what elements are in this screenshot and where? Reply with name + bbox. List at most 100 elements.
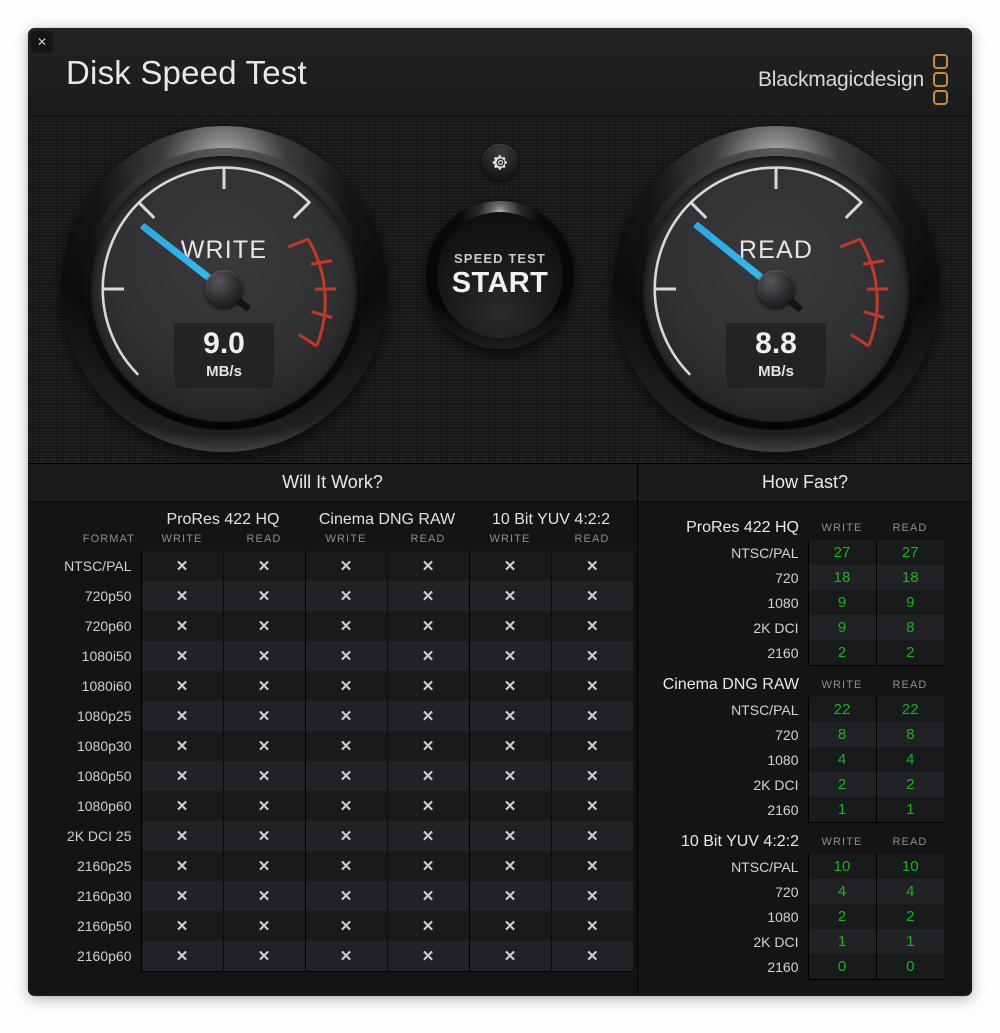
row-format-label: 2160p50 [76,918,132,934]
support-mark-cell: ✕ [140,761,223,791]
support-mark-cell: ✕ [386,791,469,821]
speed-test-start-button[interactable]: SPEED TEST START [426,201,574,349]
gauge-face: WRITE 9.0 MB/s [91,156,357,422]
table-row: 2160p60 ✕ ✕ ✕ ✕ ✕ ✕ [28,941,648,972]
results-area: Will It Work? ProRes 422 HQ Cinema DNG R… [28,464,972,995]
how-fast-panel: How Fast? ProRes 422 HQ WRITE READ NTSC/PAL… [638,464,972,995]
row-format-label: 1080p25 [76,708,132,724]
read-fps-value: 4 [875,879,944,904]
row-resolution-label: 2K DCI [753,933,799,950]
subheader-write: WRITE [489,533,531,545]
support-mark-cell: ✕ [222,731,305,761]
table-row: 2160 0 0 [648,954,944,980]
row-resolution-label: 720 [775,569,799,586]
row-format-label: 1080i60 [81,678,132,694]
row-resolution-label: 1080 [767,908,799,925]
support-mark-cell: ✕ [550,701,633,731]
support-mark-cell: ✕ [386,911,469,941]
close-icon[interactable]: ✕ [31,31,53,53]
support-mark-cell: ✕ [222,671,305,701]
support-mark-cell: ✕ [386,611,469,641]
subheader-write: WRITE [821,679,863,692]
table-row: 1080i50 ✕ ✕ ✕ ✕ ✕ ✕ [28,641,648,671]
row-resolution-label: 2160 [767,958,799,975]
support-mark-cell: ✕ [140,821,223,851]
support-mark-cell: ✕ [222,641,305,671]
how-fast-group-header: Cinema DNG RAW WRITE READ [648,665,944,697]
support-mark-cell: ✕ [304,611,387,641]
brand-logo-group: Blackmagicdesign [758,54,948,105]
support-mark-cell: ✕ [386,761,469,791]
support-mark-cell: ✕ [468,941,551,972]
support-mark-cell: ✕ [550,671,633,701]
support-mark-cell: ✕ [222,851,305,881]
write-fps-value: 8 [807,722,876,747]
row-resolution-label: 1080 [767,751,799,768]
start-button-sublabel: SPEED TEST [454,250,546,266]
support-mark-cell: ✕ [140,551,223,581]
support-mark-cell: ✕ [468,581,551,611]
gauges-panel: WRITE 9.0 MB/s SPEED TEST START READ 8.8… [28,117,972,464]
write-fps-value: 4 [807,747,876,772]
write-needle-hub [205,270,243,308]
table-row: 720p60 ✕ ✕ ✕ ✕ ✕ ✕ [28,611,648,641]
row-format-label: 2160p30 [76,888,132,904]
support-mark-cell: ✕ [386,641,469,671]
subheader-read: READ [892,836,928,849]
group-header-row: ProRes 422 HQ Cinema DNG RAW 10 Bit YUV … [28,502,648,529]
read-gauge-label: READ [738,235,814,264]
support-mark-cell: ✕ [140,791,223,821]
row-resolution-label: 2K DCI [753,776,799,793]
group-header-yuv: 10 Bit YUV 4:2:2 [492,511,610,528]
support-mark-cell: ✕ [386,851,469,881]
support-mark-cell: ✕ [468,701,551,731]
write-fps-value: 9 [807,615,876,640]
support-mark-cell: ✕ [140,881,223,911]
support-mark-cell: ✕ [386,941,469,972]
table-row: 1080 2 2 [648,904,944,929]
how-fast-title: How Fast? [638,464,972,502]
table-row: 720 8 8 [648,722,944,747]
support-mark-cell: ✕ [304,761,387,791]
support-mark-cell: ✕ [304,791,387,821]
support-mark-cell: ✕ [222,551,305,581]
read-fps-value: 9 [875,590,944,615]
brand-name: Blackmagicdesign [757,67,924,91]
write-fps-value: 18 [807,565,876,590]
gear-icon[interactable] [482,144,518,180]
group-name: ProRes 422 HQ [686,519,799,536]
table-row: 2K DCI 25 ✕ ✕ ✕ ✕ ✕ ✕ [28,821,648,851]
row-resolution-label: NTSC/PAL [731,544,799,561]
support-mark-cell: ✕ [386,821,469,851]
support-mark-cell: ✕ [468,791,551,821]
support-mark-cell: ✕ [304,821,387,851]
how-fast-table-wrap: ProRes 422 HQ WRITE READ NTSC/PAL 27 27 720 18 1… [638,502,972,980]
start-button-label: START [451,266,549,299]
read-value: 8.8 [755,327,797,360]
support-mark-cell: ✕ [222,611,305,641]
row-format-label: 1080i50 [81,648,132,664]
table-row: NTSC/PAL ✕ ✕ ✕ ✕ ✕ ✕ [28,551,648,581]
subheader-write: WRITE [821,836,863,849]
support-mark-cell: ✕ [140,581,223,611]
write-fps-value: 22 [807,697,876,722]
group-name: 10 Bit YUV 4:2:2 [681,833,799,850]
read-gauge: READ 8.8 MB/s [613,126,939,452]
support-mark-cell: ✕ [304,671,387,701]
write-fps-value: 9 [807,590,876,615]
subheader-read: READ [246,533,282,545]
row-format-label: 1080p50 [76,768,132,784]
row-format-label: 2160p25 [76,858,132,874]
subheader-read: READ [410,533,446,545]
write-fps-value: 2 [807,640,876,666]
row-resolution-label: 1080 [767,594,799,611]
support-mark-cell: ✕ [304,911,387,941]
read-fps-value: 2 [875,640,944,666]
read-fps-value: 18 [875,565,944,590]
support-mark-cell: ✕ [468,881,551,911]
subheader-write: WRITE [325,533,367,545]
support-mark-cell: ✕ [386,731,469,761]
support-mark-cell: ✕ [222,791,305,821]
center-controls: SPEED TEST START [420,117,580,463]
support-mark-cell: ✕ [222,941,305,972]
